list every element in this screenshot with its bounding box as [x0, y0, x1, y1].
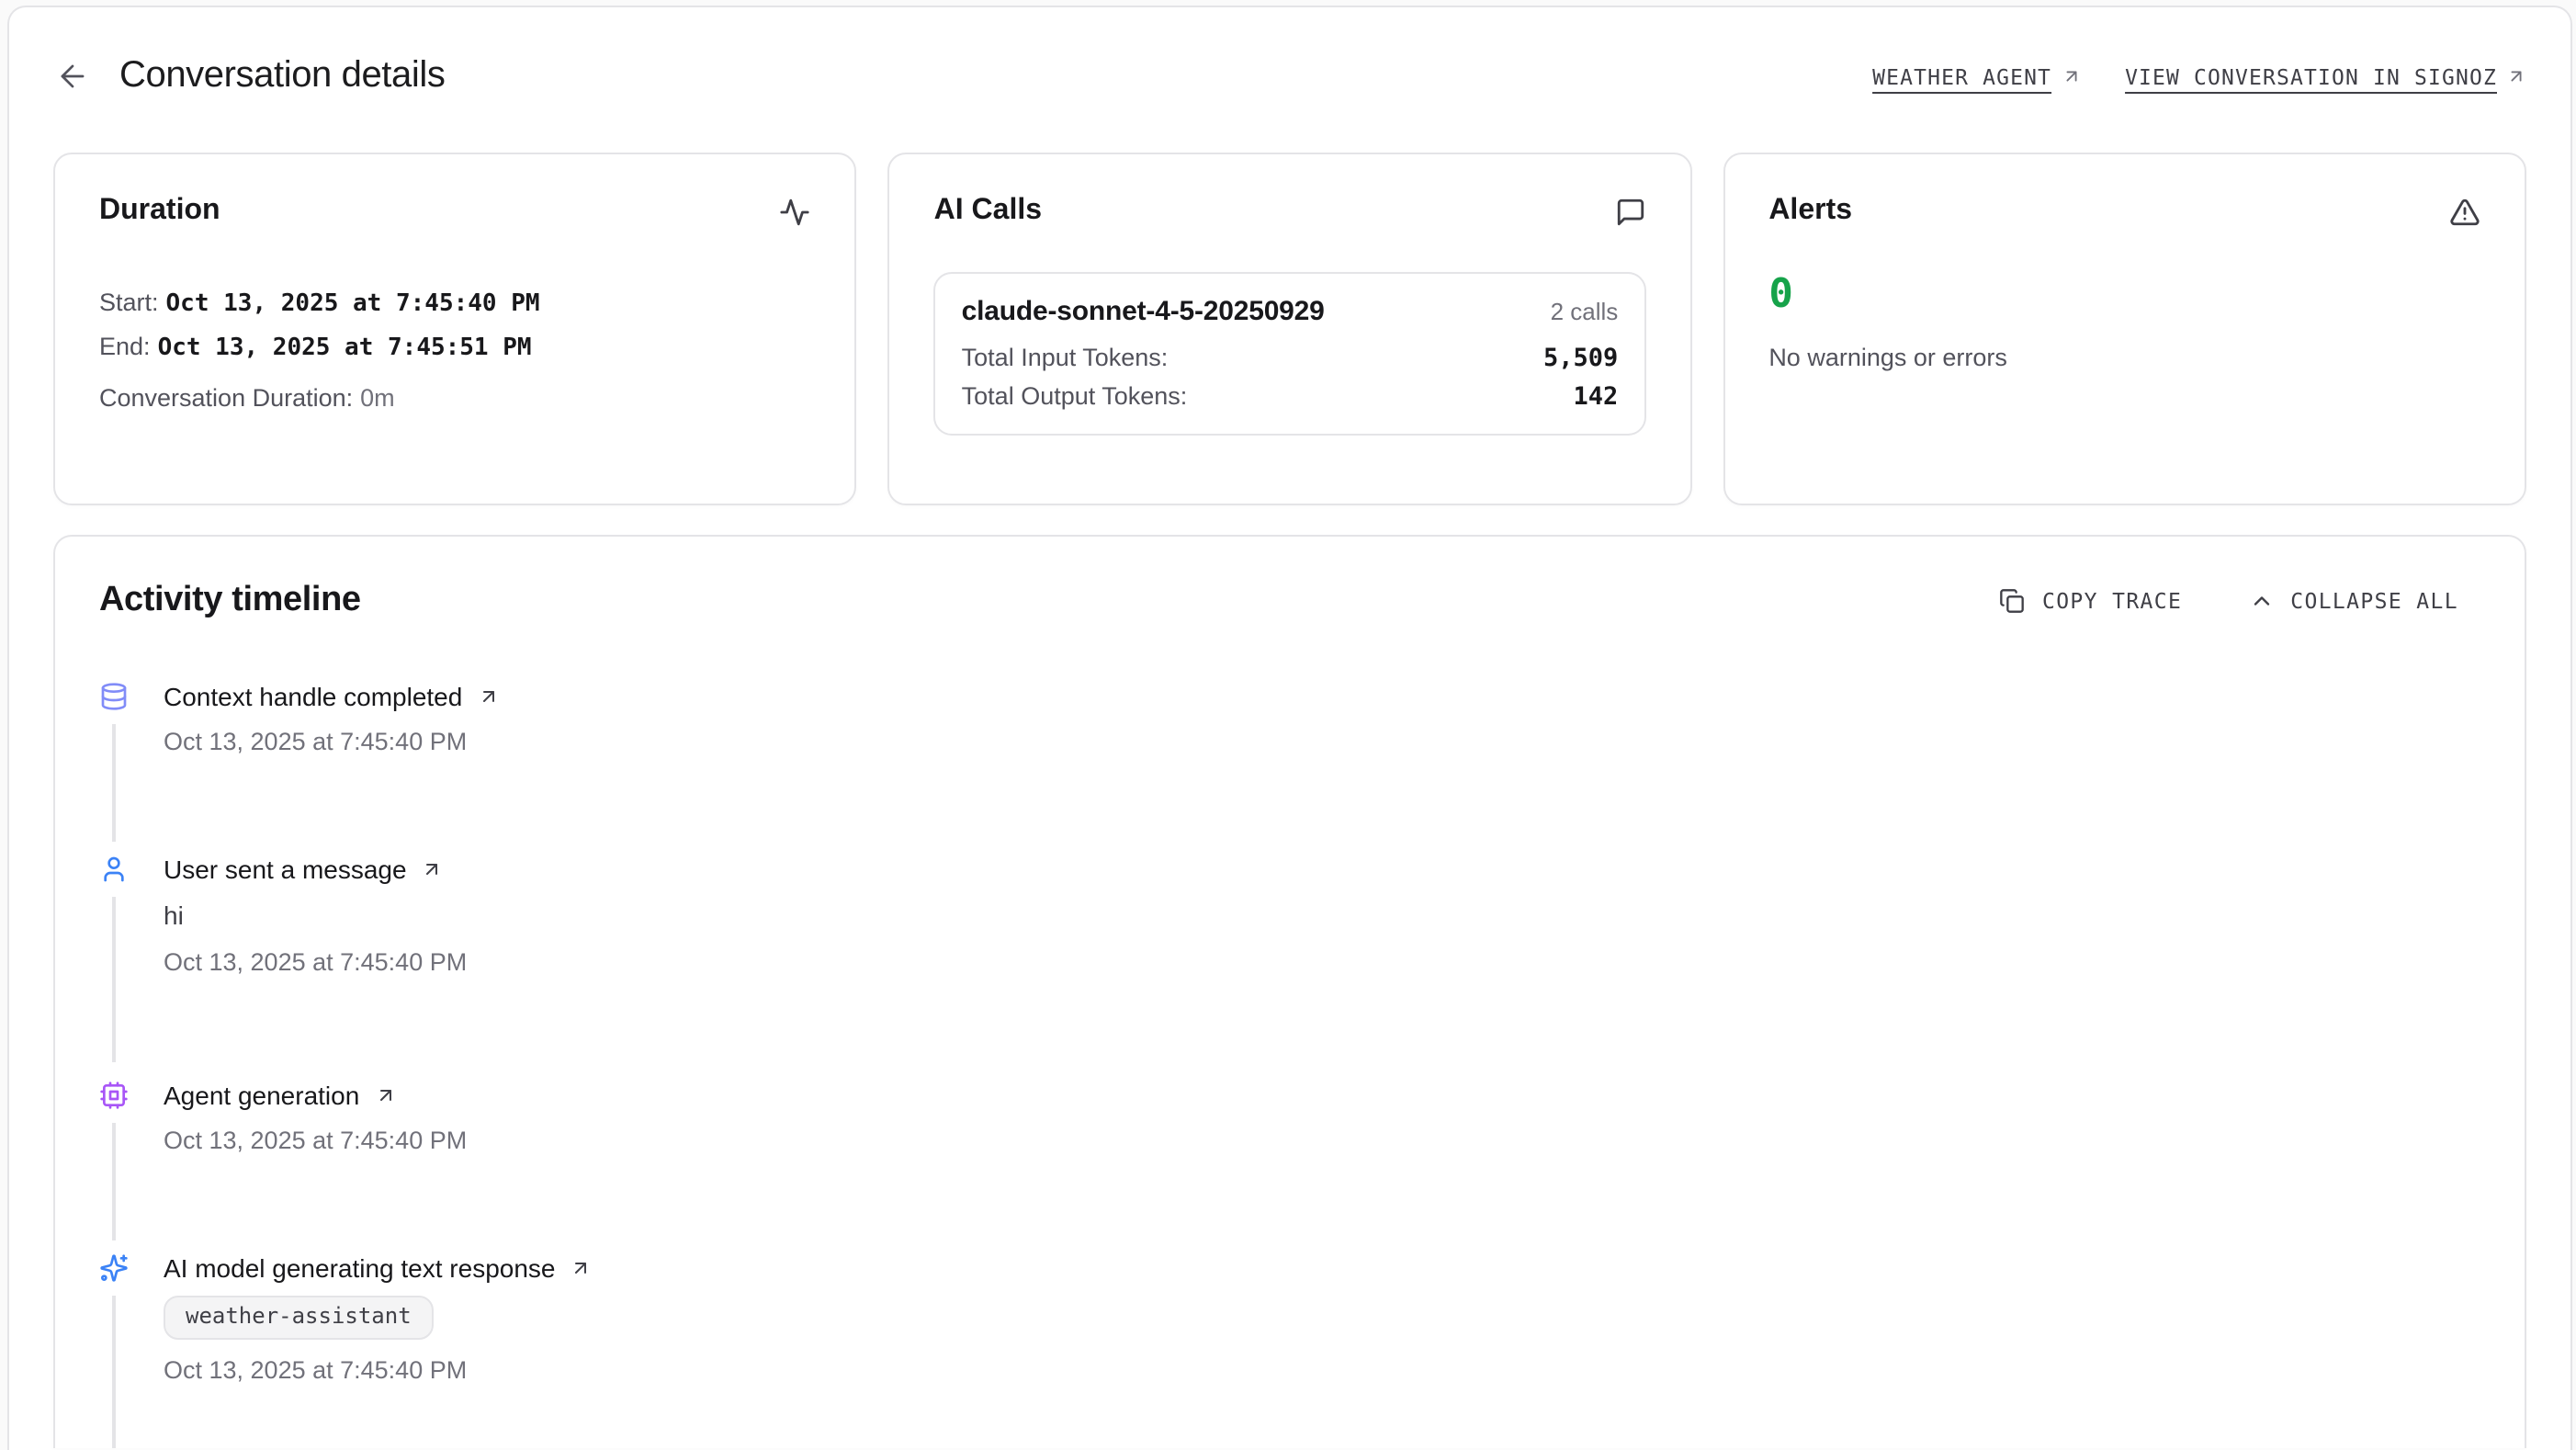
view-conversation-link-label: VIEW CONVERSATION IN SIGNOZ: [2125, 63, 2497, 89]
timeline-item-timestamp: Oct 13, 2025 at 7:45:40 PM: [164, 1125, 2480, 1156]
arrow-up-right-icon: [374, 1084, 396, 1106]
timeline-item-user-message: User sent a message hi Oct 13, 2025 at 7…: [99, 855, 2480, 978]
timeline-item-body: hi: [164, 901, 2480, 932]
start-time-row: Start: Oct 13, 2025 at 7:45:40 PM: [99, 285, 811, 323]
end-value: Oct 13, 2025 at 7:45:51 PM: [158, 334, 532, 362]
timeline-item-title-link[interactable]: User sent a message: [164, 855, 2480, 884]
page-header: Conversation details WEATHER AGENT VIEW …: [53, 55, 2526, 97]
alert-triangle-icon: [2449, 196, 2480, 227]
message-square-icon: [1614, 196, 1645, 227]
weather-agent-link[interactable]: WEATHER AGENT: [1872, 63, 2081, 89]
alerts-message: No warnings or errors: [1768, 344, 2480, 371]
timeline-item-title: User sent a message: [164, 855, 407, 884]
end-time-row: End: Oct 13, 2025 at 7:45:51 PM: [99, 329, 811, 368]
timeline-header: Activity timeline COPY TRACE COLLAPSE AL…: [99, 581, 2480, 621]
timeline-item-title-link[interactable]: Agent generation: [164, 1081, 2480, 1110]
model-calls-count: 2 calls: [1551, 298, 1619, 325]
output-tokens-row: Total Output Tokens: 142: [962, 382, 1619, 412]
timeline-item-timestamp: Oct 13, 2025 at 7:45:40 PM: [164, 726, 2480, 757]
timeline-item-context-handle: Context handle completed Oct 13, 2025 at…: [99, 682, 2480, 757]
page-title: Conversation details: [119, 55, 445, 97]
model-name: claude-sonnet-4-5-20250929: [962, 296, 1325, 327]
user-icon: [99, 855, 129, 884]
arrow-left-icon: [54, 59, 89, 94]
ai-calls-card-header: AI Calls: [934, 195, 1646, 228]
alerts-card-header: Alerts: [1768, 195, 2480, 228]
timeline-item-title: Agent generation: [164, 1081, 359, 1110]
model-row: claude-sonnet-4-5-20250929 2 calls: [962, 296, 1619, 327]
copy-trace-label: COPY TRACE: [2042, 588, 2182, 614]
activity-icon: [780, 196, 811, 227]
input-tokens-value: 5,509: [1543, 344, 1618, 373]
timeline-list: Context handle completed Oct 13, 2025 at…: [99, 682, 2480, 1386]
timeline-item-title: Context handle completed: [164, 682, 462, 711]
ai-calls-card: AI Calls claude-sonnet-4-5-20250929 2 ca…: [888, 153, 1692, 505]
chevron-up-icon: [2248, 588, 2274, 614]
database-icon: [99, 682, 129, 711]
arrow-up-right-icon: [477, 685, 499, 708]
conversation-duration-value: 0m: [360, 384, 395, 412]
timeline-item-timestamp: Oct 13, 2025 at 7:45:40 PM: [164, 1354, 2480, 1386]
timeline-item-title: AI model generating text response: [164, 1253, 556, 1283]
activity-timeline-card: Activity timeline COPY TRACE COLLAPSE AL…: [53, 535, 2526, 1448]
copy-trace-button[interactable]: COPY TRACE: [2000, 588, 2182, 614]
arrow-up-right-icon: [571, 1257, 593, 1279]
timeline-actions: COPY TRACE COLLAPSE ALL: [2000, 588, 2480, 614]
arrow-up-right-icon: [2061, 66, 2081, 86]
model-usage-box: claude-sonnet-4-5-20250929 2 calls Total…: [934, 272, 1646, 436]
start-label: Start:: [99, 289, 159, 316]
duration-card-header: Duration: [99, 195, 811, 228]
back-button[interactable]: [53, 58, 90, 95]
app-container: Conversation details WEATHER AGENT VIEW …: [7, 6, 2572, 1450]
timeline-item-title-link[interactable]: Context handle completed: [164, 682, 2480, 711]
end-label: End:: [99, 333, 151, 360]
timeline-item-title-link[interactable]: AI model generating text response: [164, 1253, 2480, 1283]
timeline-item-agent-generation: Agent generation Oct 13, 2025 at 7:45:40…: [99, 1081, 2480, 1156]
ai-calls-card-title: AI Calls: [934, 195, 1042, 228]
alerts-card-title: Alerts: [1768, 195, 1852, 228]
conversation-duration-row: Conversation Duration:0m: [99, 380, 811, 417]
start-value: Oct 13, 2025 at 7:45:40 PM: [166, 290, 540, 318]
output-tokens-label: Total Output Tokens:: [962, 382, 1188, 410]
collapse-all-label: COLLAPSE ALL: [2290, 588, 2458, 614]
sparkles-icon: [99, 1253, 129, 1283]
conversation-duration-label: Conversation Duration:: [99, 384, 353, 412]
stat-cards-row: Duration Start: Oct 13, 2025 at 7:45:40 P…: [53, 153, 2526, 505]
input-tokens-label: Total Input Tokens:: [962, 344, 1169, 371]
weather-agent-link-label: WEATHER AGENT: [1872, 63, 2051, 89]
agent-name-badge: weather-assistant: [164, 1296, 434, 1340]
timeline-item-ai-model-response: AI model generating text response weathe…: [99, 1253, 2480, 1386]
timeline-item-timestamp: Oct 13, 2025 at 7:45:40 PM: [164, 946, 2480, 978]
timeline-title: Activity timeline: [99, 581, 361, 621]
cpu-icon: [99, 1081, 129, 1110]
page: Conversation details WEATHER AGENT VIEW …: [0, 0, 2576, 1450]
collapse-all-button[interactable]: COLLAPSE ALL: [2248, 588, 2458, 614]
duration-card-body: Start: Oct 13, 2025 at 7:45:40 PM End: Oct…: [99, 285, 811, 417]
input-tokens-row: Total Input Tokens: 5,509: [962, 344, 1619, 373]
duration-card: Duration Start: Oct 13, 2025 at 7:45:40 P…: [53, 153, 857, 505]
header-links: WEATHER AGENT VIEW CONVERSATION IN SIGNO…: [1872, 63, 2526, 89]
alerts-card: Alerts 0 No warnings or errors: [1723, 153, 2526, 505]
view-conversation-signoz-link[interactable]: VIEW CONVERSATION IN SIGNOZ: [2125, 63, 2526, 89]
output-tokens-value: 142: [1574, 382, 1619, 412]
arrow-up-right-icon: [2506, 66, 2526, 86]
timeline-item-badge-row: weather-assistant: [164, 1283, 2480, 1340]
duration-card-title: Duration: [99, 195, 220, 228]
arrow-up-right-icon: [422, 858, 444, 880]
copy-icon: [2000, 588, 2026, 614]
alerts-count: 0: [1768, 276, 2480, 316]
